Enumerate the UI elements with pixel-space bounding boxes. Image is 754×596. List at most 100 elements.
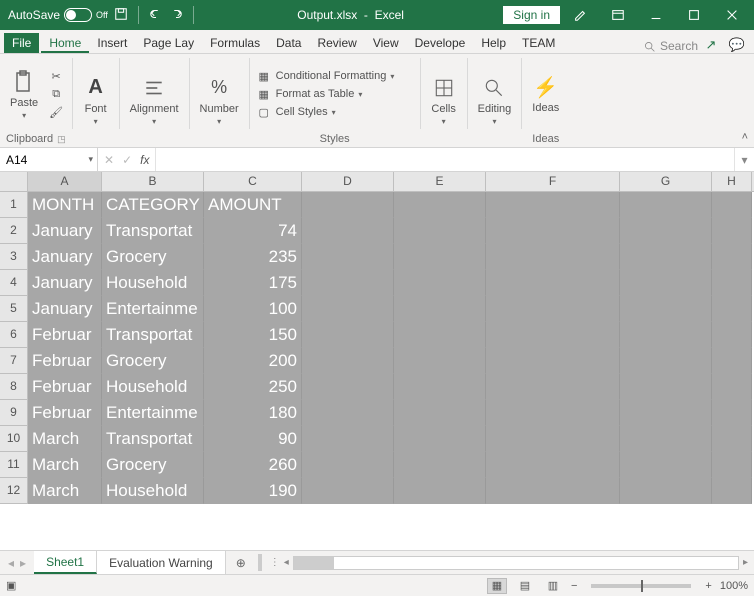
cell[interactable] <box>394 478 486 504</box>
zoom-slider[interactable] <box>591 584 691 588</box>
cell[interactable]: 235 <box>204 244 302 270</box>
cell[interactable] <box>620 374 712 400</box>
chevron-down-icon[interactable]: ▾ <box>88 154 93 165</box>
cell[interactable] <box>394 244 486 270</box>
cell[interactable]: AMOUNT <box>204 192 302 218</box>
add-sheet-button[interactable]: ⊕ <box>226 551 256 574</box>
comments-icon[interactable]: 💬 <box>724 37 750 53</box>
cell[interactable] <box>712 426 752 452</box>
cell[interactable]: 74 <box>204 218 302 244</box>
col-header-h[interactable]: H <box>712 172 752 191</box>
col-header-g[interactable]: G <box>620 172 712 191</box>
cell[interactable] <box>302 322 394 348</box>
cell[interactable] <box>486 296 620 322</box>
enter-formula-icon[interactable]: ✓ <box>122 153 132 167</box>
cell[interactable] <box>486 452 620 478</box>
cell[interactable]: March <box>28 478 102 504</box>
cell[interactable] <box>394 426 486 452</box>
namebox[interactable]: A14 ▾ <box>0 148 98 171</box>
cell[interactable] <box>302 400 394 426</box>
mode-icon[interactable] <box>562 1 598 29</box>
cell[interactable] <box>712 192 752 218</box>
cell[interactable]: Household <box>102 478 204 504</box>
tab-team[interactable]: TEAM <box>514 33 563 53</box>
col-header-c[interactable]: C <box>204 172 302 191</box>
cell[interactable] <box>486 270 620 296</box>
cell[interactable]: Household <box>102 270 204 296</box>
cell[interactable] <box>302 296 394 322</box>
cell[interactable]: 175 <box>204 270 302 296</box>
editing-button[interactable]: Editing▾ <box>474 73 516 128</box>
cell[interactable] <box>486 322 620 348</box>
cell[interactable] <box>712 478 752 504</box>
autosave-toggle[interactable]: AutoSave Off <box>8 8 108 22</box>
cell[interactable]: Februar <box>28 322 102 348</box>
tab-view[interactable]: View <box>365 33 407 53</box>
cell[interactable]: 190 <box>204 478 302 504</box>
maximize-icon[interactable] <box>676 1 712 29</box>
cell[interactable] <box>486 348 620 374</box>
row-header[interactable]: 10 <box>0 426 28 452</box>
save-icon[interactable] <box>114 7 128 24</box>
cell[interactable] <box>302 426 394 452</box>
cells-button[interactable]: Cells▾ <box>427 73 461 128</box>
cell[interactable]: March <box>28 452 102 478</box>
tab-help[interactable]: Help <box>473 33 514 53</box>
cell[interactable]: January <box>28 244 102 270</box>
cell[interactable]: Entertainme <box>102 296 204 322</box>
cancel-formula-icon[interactable]: ✕ <box>104 153 114 167</box>
tab-formulas[interactable]: Formulas <box>202 33 268 53</box>
cell[interactable] <box>712 270 752 296</box>
conditional-formatting-button[interactable]: ▦Conditional Formatting▾ <box>256 68 395 84</box>
close-icon[interactable] <box>714 1 750 29</box>
cell[interactable] <box>486 426 620 452</box>
zoom-in-icon[interactable]: + <box>705 580 711 592</box>
cell[interactable] <box>486 374 620 400</box>
share-icon[interactable]: ↗ <box>698 37 724 53</box>
cell[interactable]: Household <box>102 374 204 400</box>
cell[interactable] <box>486 244 620 270</box>
cell[interactable] <box>394 192 486 218</box>
row-header[interactable]: 3 <box>0 244 28 270</box>
cell[interactable] <box>620 348 712 374</box>
cell[interactable]: Transportat <box>102 218 204 244</box>
font-button[interactable]: A Font▾ <box>79 73 113 128</box>
cell[interactable]: Februar <box>28 374 102 400</box>
cell[interactable] <box>620 192 712 218</box>
cell[interactable]: March <box>28 426 102 452</box>
cell[interactable] <box>712 374 752 400</box>
row-header[interactable]: 6 <box>0 322 28 348</box>
tab-page-layout[interactable]: Page Lay <box>135 33 202 53</box>
col-header-e[interactable]: E <box>394 172 486 191</box>
tab-developer[interactable]: Develope <box>407 33 474 53</box>
sheet-tab-warning[interactable]: Evaluation Warning <box>97 551 226 574</box>
cell[interactable] <box>712 218 752 244</box>
zoom-level[interactable]: 100% <box>720 580 748 592</box>
tab-data[interactable]: Data <box>268 33 309 53</box>
col-header-d[interactable]: D <box>302 172 394 191</box>
cell[interactable]: Grocery <box>102 452 204 478</box>
cell[interactable]: 180 <box>204 400 302 426</box>
cell[interactable]: January <box>28 296 102 322</box>
cell[interactable] <box>712 244 752 270</box>
formula-input[interactable] <box>156 148 734 171</box>
tab-file[interactable]: File <box>4 33 39 53</box>
cell[interactable] <box>486 478 620 504</box>
cell[interactable] <box>620 452 712 478</box>
cell[interactable]: January <box>28 218 102 244</box>
cell[interactable] <box>302 218 394 244</box>
dialog-launcher-icon[interactable]: ◳ <box>57 134 66 144</box>
cell[interactable]: Februar <box>28 348 102 374</box>
cell[interactable] <box>394 322 486 348</box>
cell[interactable] <box>394 452 486 478</box>
row-header[interactable]: 2 <box>0 218 28 244</box>
cell[interactable]: 200 <box>204 348 302 374</box>
ideas-button[interactable]: ⚡ Ideas <box>528 72 563 116</box>
undo-icon[interactable] <box>149 7 163 24</box>
cell[interactable] <box>302 270 394 296</box>
horizontal-scrollbar[interactable]: ⋮◂ ▸ <box>264 551 754 574</box>
cell[interactable]: Transportat <box>102 426 204 452</box>
cell[interactable] <box>486 192 620 218</box>
row-header[interactable]: 8 <box>0 374 28 400</box>
number-button[interactable]: % Number▾ <box>196 73 243 128</box>
